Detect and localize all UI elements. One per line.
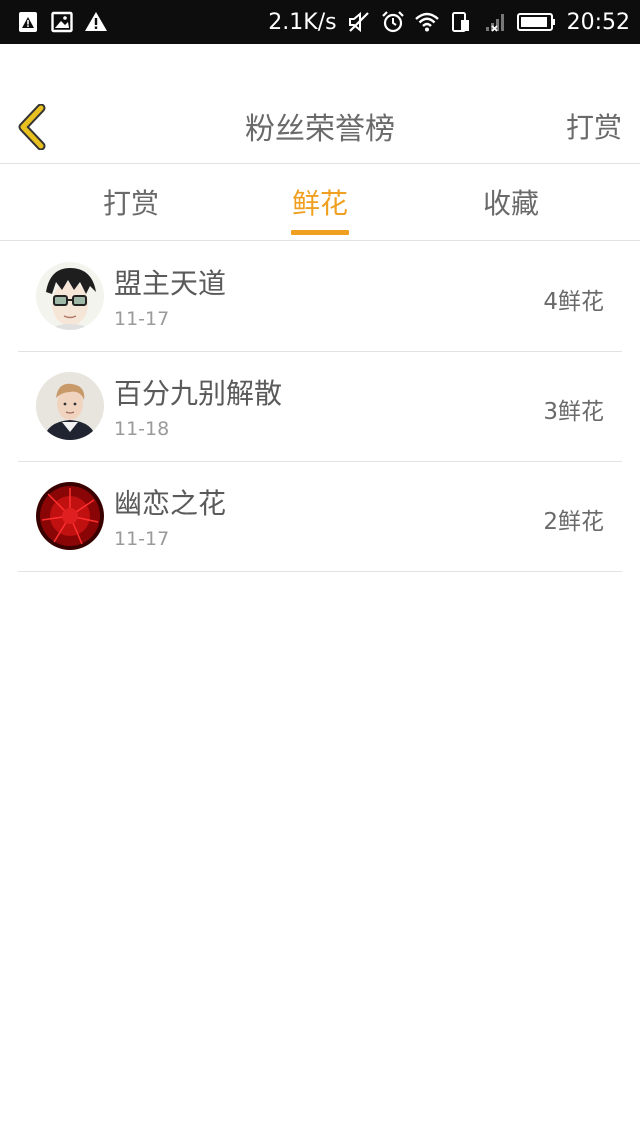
- list-item[interactable]: 百分九别解散 11-18 3鲜花: [18, 352, 622, 462]
- list-item[interactable]: 幽恋之花 11-17 2鲜花: [18, 462, 622, 572]
- mute-icon: [348, 11, 369, 33]
- red-flower-avatar: [36, 482, 104, 550]
- status-right-icons: 2.1K/s 20:52: [268, 0, 630, 44]
- status-left-icons: [16, 0, 108, 44]
- battery-icon: [516, 13, 555, 31]
- active-tab-indicator: [291, 230, 349, 235]
- fan-date: 11-18: [114, 418, 170, 440]
- avatar[interactable]: [36, 262, 104, 330]
- flower-count: 2鲜花: [543, 509, 604, 535]
- fan-name: 盟主天道: [114, 267, 227, 300]
- flower-count: 3鲜花: [543, 399, 604, 425]
- page-title: 粉丝荣誉榜: [245, 112, 395, 147]
- flower-count: 4鲜花: [543, 289, 604, 315]
- sim-icon: [451, 12, 469, 32]
- fan-date: 11-17: [114, 528, 170, 550]
- signal-icon: [485, 14, 504, 32]
- warning-image-icon: [19, 12, 37, 32]
- tab-reward[interactable]: 打赏: [51, 165, 211, 241]
- alert-icon: [85, 12, 107, 31]
- avatar[interactable]: [36, 372, 104, 440]
- fan-name: 百分九别解散: [114, 377, 283, 410]
- network-speed: 2.1K/s: [268, 9, 337, 35]
- fan-name: 幽恋之花: [114, 487, 227, 520]
- avatar[interactable]: [36, 482, 104, 550]
- wifi-icon: [414, 12, 439, 32]
- clock: 20:52: [566, 9, 630, 35]
- header: 粉丝荣誉榜 打赏: [0, 44, 640, 164]
- fan-date: 11-17: [114, 308, 170, 330]
- alarm-icon: [381, 11, 404, 33]
- anime-boy-glasses-avatar: [36, 262, 104, 330]
- image-icon: [51, 11, 73, 33]
- reward-button[interactable]: 打赏: [566, 106, 622, 146]
- tab-favorites[interactable]: 收藏: [431, 165, 591, 241]
- young-man-photo-avatar: [36, 372, 104, 440]
- status-bar: 2.1K/s 20:52: [0, 0, 640, 44]
- list-item[interactable]: 盟主天道 11-17 4鲜花: [18, 242, 622, 352]
- fan-list: 盟主天道 11-17 4鲜花 百分九别解散 11-18 3鲜花 幽恋之花 11-…: [0, 242, 640, 572]
